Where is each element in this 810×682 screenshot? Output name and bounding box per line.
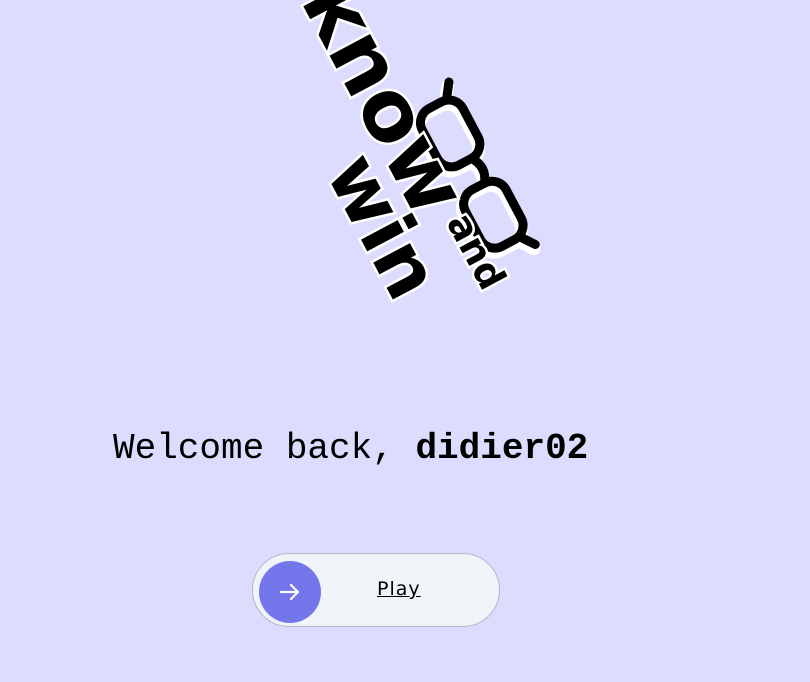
arrow-right-icon: [279, 583, 300, 601]
play-label[interactable]: Play: [377, 578, 421, 600]
welcome-greeting: Welcome back,: [113, 428, 416, 469]
play-button[interactable]: Play: [252, 553, 500, 627]
welcome-username: didier02: [415, 428, 589, 469]
play-arrow-circle[interactable]: [259, 561, 321, 623]
welcome-message: Welcome back, didier02: [113, 425, 588, 473]
page: know win and Welcome back, didier02 Play: [0, 0, 810, 682]
know-and-win-logo: know win and: [0, 0, 810, 360]
